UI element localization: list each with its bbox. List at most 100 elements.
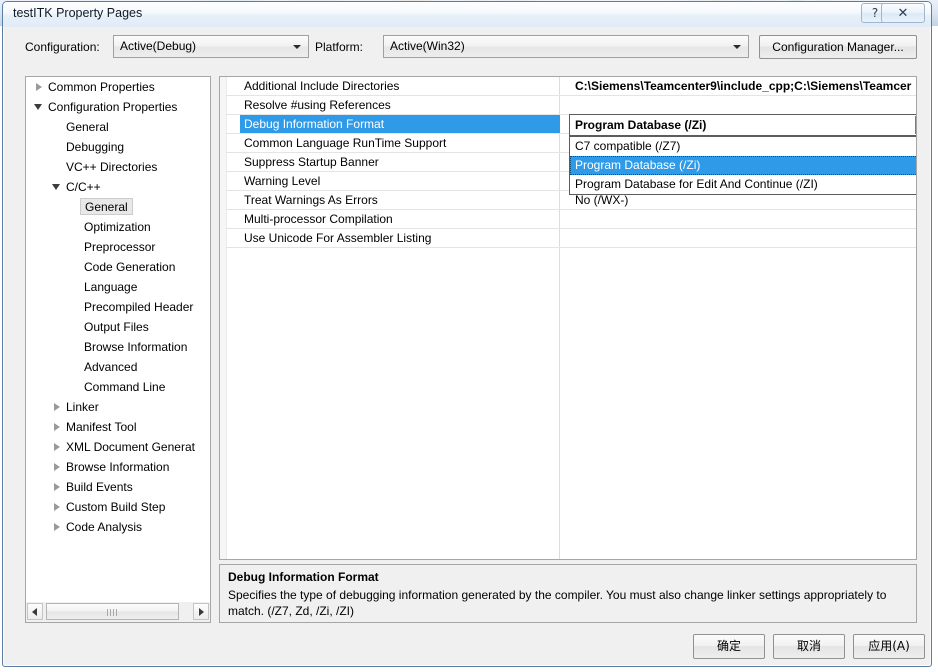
configuration-tree[interactable]: Common Properties Configuration Propertie… (25, 76, 211, 623)
grid-row[interactable]: Use Unicode For Assembler Listing (226, 229, 916, 248)
dropdown-option[interactable]: C7 compatible (/Z7) (570, 137, 916, 156)
dropdown-option[interactable]: Program Database (/Zi) (570, 156, 916, 175)
tree-collapse-arrow-icon[interactable] (32, 77, 48, 97)
tree-item-debugging[interactable]: Debugging (26, 137, 210, 157)
property-value[interactable] (575, 229, 914, 247)
property-value[interactable] (575, 96, 914, 114)
title-bar[interactable]: testITK Property Pages ? ✕ (3, 2, 931, 27)
tree-item-advanced[interactable]: Advanced (26, 357, 210, 377)
tree-collapse-arrow-icon[interactable] (50, 497, 66, 517)
tree-item-manifest-tool[interactable]: Manifest Tool (26, 417, 210, 437)
tree-item-label: Debugging (66, 140, 125, 154)
property-name: Additional Include Directories (244, 79, 400, 93)
tree-expand-arrow-icon[interactable] (32, 97, 48, 117)
tree-horizontal-scrollbar[interactable] (25, 602, 211, 623)
property-name: Warning Level (244, 174, 321, 188)
property-name: Debug Information Format (240, 115, 560, 133)
tree-expand-arrow-icon[interactable] (50, 177, 66, 197)
tree-item-code-generation[interactable]: Code Generation (26, 257, 210, 277)
configuration-value: Active(Debug) (120, 39, 197, 53)
tree-item-general[interactable]: General (26, 117, 210, 137)
tree-item-label: Build Events (66, 480, 133, 494)
property-name: Treat Warnings As Errors (244, 193, 378, 207)
property-value[interactable]: C:\Siemens\Teamcenter9\include_cpp;C:\Si… (575, 77, 914, 95)
configuration-bar: Configuration: Active(Debug) Platform: A… (3, 27, 931, 67)
description-body: Specifies the type of debugging informat… (228, 588, 887, 618)
tree-item-label: Browse Information (84, 340, 188, 354)
tree-item-general[interactable]: General (26, 197, 210, 217)
tree-item-preprocessor[interactable]: Preprocessor (26, 237, 210, 257)
tree-item-configuration-properties[interactable]: Configuration Properties (26, 97, 210, 117)
property-name: Use Unicode For Assembler Listing (244, 231, 432, 245)
tree-item-c-c[interactable]: C/C++ (26, 177, 210, 197)
grid-row[interactable]: Resolve #using References (226, 96, 916, 115)
tree-item-label: General (80, 198, 133, 215)
dropdown-option[interactable]: Program Database for Edit And Continue (… (570, 175, 916, 194)
apply-button[interactable]: 应用(A) (853, 634, 925, 659)
platform-value: Active(Win32) (390, 39, 465, 53)
property-grid[interactable]: Additional Include Directories C:\Siemens… (219, 76, 917, 560)
close-button[interactable]: ✕ (881, 3, 925, 23)
tree-item-xml-document-generat[interactable]: XML Document Generat (26, 437, 210, 457)
chevron-down-icon (733, 45, 741, 49)
description-title: Debug Information Format (228, 570, 379, 584)
tree-item-output-files[interactable]: Output Files (26, 317, 210, 337)
property-name: Resolve #using References (244, 98, 391, 112)
tree-item-code-analysis[interactable]: Code Analysis (26, 517, 210, 537)
tree-item-label: XML Document Generat (66, 440, 195, 454)
tree-item-optimization[interactable]: Optimization (26, 217, 210, 237)
tree-item-label: Language (84, 280, 138, 294)
tree-collapse-arrow-icon[interactable] (50, 477, 66, 497)
tree-item-build-events[interactable]: Build Events (26, 477, 210, 497)
scroll-right-arrow-icon[interactable] (193, 603, 209, 620)
tree-item-label: Output Files (84, 320, 149, 334)
tree-item-common-properties[interactable]: Common Properties (26, 77, 210, 97)
debug-information-format-combobox[interactable]: Program Database (/Zi) (569, 114, 916, 136)
tree-item-label: Code Generation (84, 260, 176, 274)
property-pages-dialog: testITK Property Pages ? ✕ Configuration… (2, 1, 932, 667)
configuration-label: Configuration: (25, 40, 100, 54)
tree-item-vc-directories[interactable]: VC++ Directories (26, 157, 210, 177)
tree-item-label: Optimization (84, 220, 151, 234)
tree-collapse-arrow-icon[interactable] (50, 437, 66, 457)
platform-select[interactable]: Active(Win32) (383, 35, 749, 58)
tree-item-label: Common Properties (48, 80, 155, 94)
tree-item-label: Browse Information (66, 460, 170, 474)
tree-item-label: Precompiled Header (84, 300, 194, 314)
configuration-select[interactable]: Active(Debug) (113, 35, 309, 58)
tree-item-label: Manifest Tool (66, 420, 137, 434)
scrollbar-thumb[interactable] (46, 603, 179, 620)
tree-item-label: Preprocessor (84, 240, 156, 254)
tree-collapse-arrow-icon[interactable] (50, 417, 66, 437)
grid-row[interactable]: Multi-processor Compilation (226, 210, 916, 229)
dropdown-toggle-button[interactable] (915, 116, 916, 134)
property-value[interactable] (575, 210, 914, 228)
tree-item-command-line[interactable]: Command Line (26, 377, 210, 397)
tree-item-browse-information[interactable]: Browse Information (26, 337, 210, 357)
debug-information-format-dropdown[interactable]: C7 compatible (/Z7) Program Database (/Zi… (569, 136, 916, 195)
scroll-left-arrow-icon[interactable] (27, 603, 43, 620)
tree-item-browse-information[interactable]: Browse Information (26, 457, 210, 477)
ok-button[interactable]: 确定 (693, 634, 765, 659)
chevron-down-icon (293, 45, 301, 49)
tree-collapse-arrow-icon[interactable] (50, 517, 66, 537)
property-name: Suppress Startup Banner (244, 155, 379, 169)
tree-item-label: General (66, 120, 109, 134)
window-title: testITK Property Pages (13, 6, 143, 20)
configuration-manager-button[interactable]: Configuration Manager... (759, 35, 917, 59)
tree-item-language[interactable]: Language (26, 277, 210, 297)
tree-item-custom-build-step[interactable]: Custom Build Step (26, 497, 210, 517)
tree-collapse-arrow-icon[interactable] (50, 397, 66, 417)
tree-item-label: Code Analysis (66, 520, 143, 534)
cancel-button[interactable]: 取消 (773, 634, 845, 659)
platform-label: Platform: (315, 40, 364, 54)
tree-item-label: Configuration Properties (48, 100, 178, 114)
grid-row[interactable]: Additional Include Directories C:\Siemens… (226, 77, 916, 96)
tree-item-label: Linker (66, 400, 99, 414)
property-name: Common Language RunTime Support (244, 136, 447, 150)
tree-item-precompiled-header[interactable]: Precompiled Header (26, 297, 210, 317)
tree-item-label: Custom Build Step (66, 500, 166, 514)
tree-item-label: Command Line (84, 380, 166, 394)
tree-item-linker[interactable]: Linker (26, 397, 210, 417)
tree-collapse-arrow-icon[interactable] (50, 457, 66, 477)
